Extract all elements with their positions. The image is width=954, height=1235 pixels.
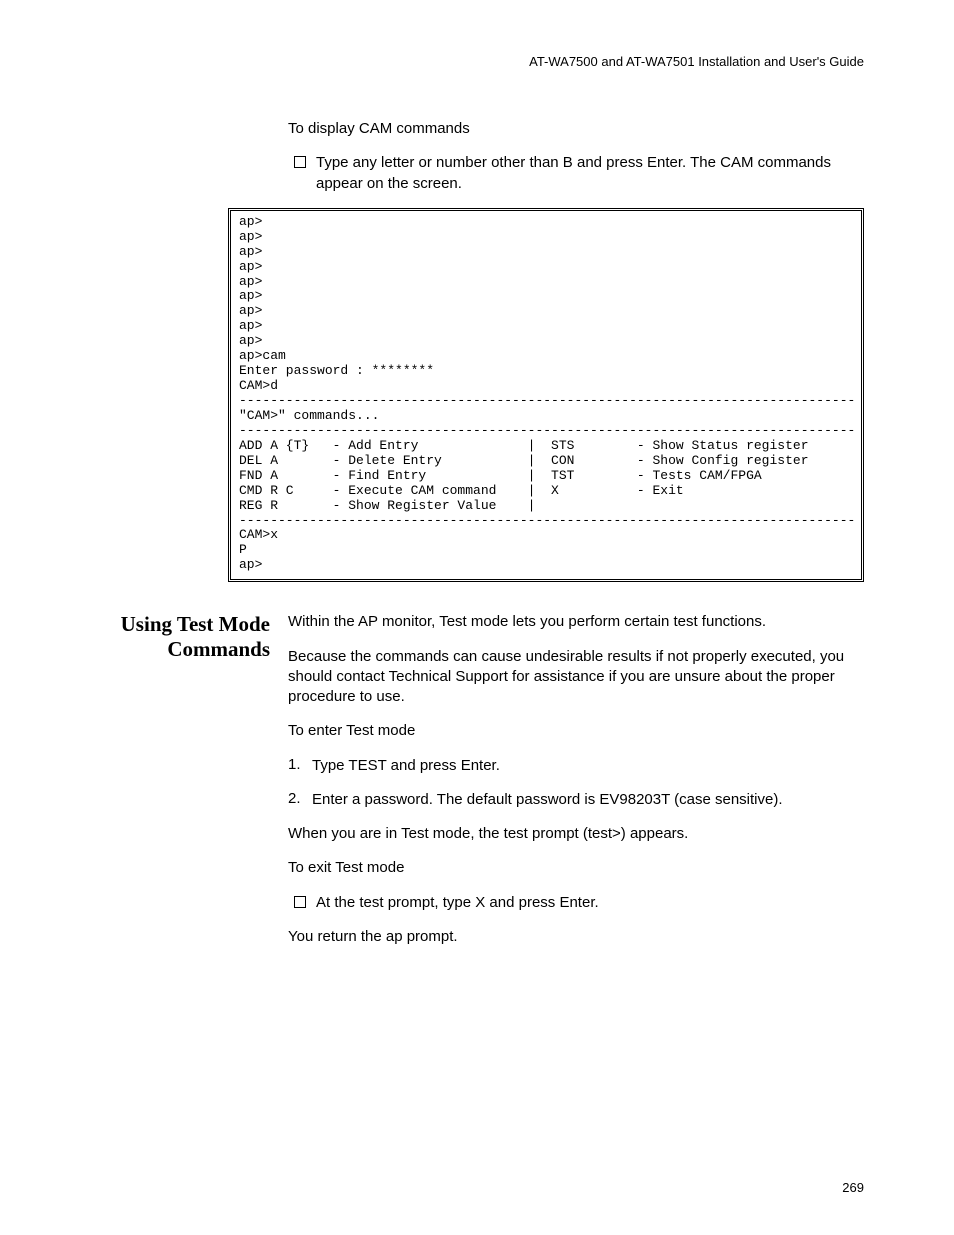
bullet-item: Type any letter or number other than B a… — [288, 153, 864, 194]
paragraph: To exit Test mode — [288, 858, 864, 878]
step-text: Enter a password. The default password i… — [312, 790, 783, 810]
paragraph: To enter Test mode — [288, 721, 864, 741]
square-bullet-icon — [294, 896, 306, 908]
step-number: 2. — [288, 790, 312, 807]
square-bullet-icon — [294, 156, 306, 168]
paragraph: When you are in Test mode, the test prom… — [288, 824, 864, 844]
paragraph: You return the ap prompt. — [288, 927, 864, 947]
paragraph: Within the AP monitor, Test mode lets yo… — [288, 612, 864, 632]
intro-text: To display CAM commands — [288, 119, 864, 139]
bullet-text: Type any letter or number other than B a… — [316, 153, 864, 194]
bullet-item: At the test prompt, type X and press Ent… — [288, 893, 864, 913]
step-number: 1. — [288, 756, 312, 773]
page: AT-WA7500 and AT-WA7501 Installation and… — [0, 0, 954, 1235]
terminal-output: ap> ap> ap> ap> ap> ap> ap> ap> ap> ap>c… — [228, 208, 864, 583]
step-text: Type TEST and press Enter. — [312, 756, 500, 776]
page-number: 269 — [842, 1180, 864, 1195]
paragraph: Because the commands can cause undesirab… — [288, 647, 864, 708]
side-body: Within the AP monitor, Test mode lets yo… — [288, 612, 864, 961]
running-head: AT-WA7500 and AT-WA7501 Installation and… — [90, 54, 864, 69]
section-cam-commands: To display CAM commands Type any letter … — [288, 119, 864, 194]
bullet-text: At the test prompt, type X and press Ent… — [316, 893, 599, 913]
numbered-step: 1. Type TEST and press Enter. — [288, 756, 864, 776]
side-heading: Using Test Mode Commands — [90, 612, 288, 662]
numbered-step: 2. Enter a password. The default passwor… — [288, 790, 864, 810]
section-test-mode: Using Test Mode Commands Within the AP m… — [90, 612, 864, 961]
